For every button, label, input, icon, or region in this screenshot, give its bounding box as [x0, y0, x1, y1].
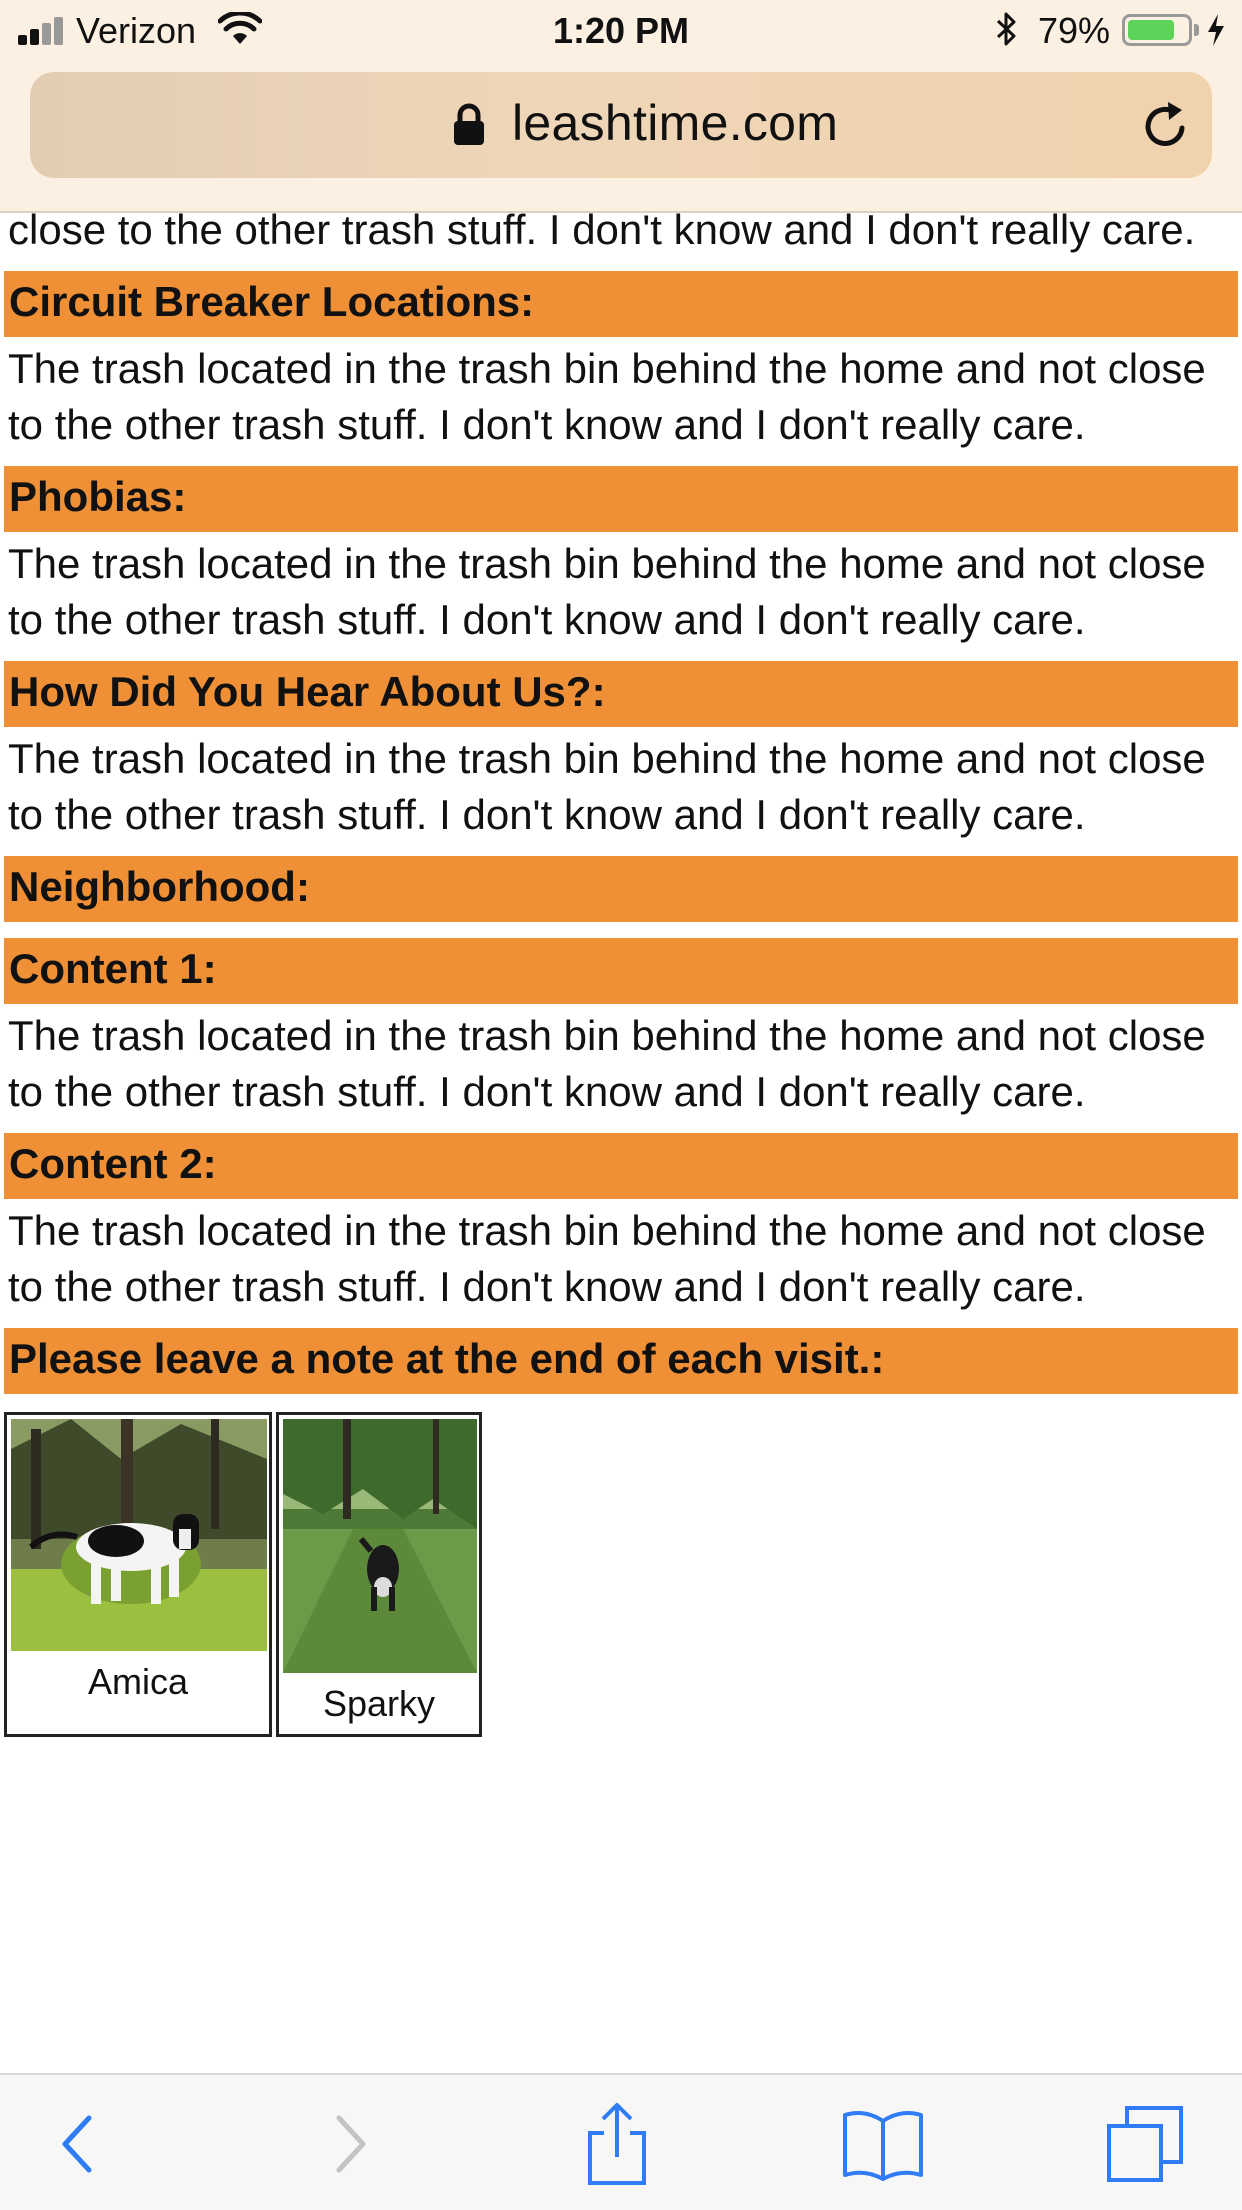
pet-name-amica[interactable]: Amica: [7, 1661, 269, 1703]
browser-toolbar: [0, 2073, 1242, 2210]
section-text-phobias: The trash located in the trash bin behin…: [8, 539, 1206, 644]
section-label-phobias: Phobias:: [4, 465, 1238, 532]
section-label-content-2: Content 2:: [4, 1132, 1238, 1199]
share-button[interactable]: [572, 2099, 662, 2189]
back-button[interactable]: [32, 2099, 122, 2189]
section-label-how-did-you-hear: How Did You Hear About Us?:: [4, 660, 1238, 727]
section-text-how-did-you-hear: The trash located in the trash bin behin…: [8, 734, 1206, 839]
pet-photo-sparky[interactable]: [283, 1418, 477, 1673]
battery-percent: 79%: [1038, 10, 1111, 51]
status-bar: Verizon 1:20 PM 79%: [0, 0, 1242, 62]
section-label-content-1: Content 1:: [4, 937, 1238, 1004]
page-scroll-area: close to the other trash stuff. I don't …: [0, 213, 1242, 1752]
address-bar[interactable]: leashtime.com: [30, 72, 1212, 178]
share-icon[interactable]: [582, 2101, 652, 2187]
tabs-button[interactable]: [1100, 2099, 1190, 2189]
pet-photo-amica[interactable]: [11, 1418, 267, 1651]
lock-icon: [454, 103, 484, 145]
section-text-circuit-breaker: The trash located in the trash bin behin…: [8, 344, 1206, 449]
bookmarks-icon[interactable]: [841, 2107, 925, 2181]
section-label-visit-note: Please leave a note at the end of each v…: [4, 1327, 1238, 1394]
pet-name-sparky[interactable]: Sparky: [279, 1683, 479, 1725]
partial-text: close to the other trash stuff. I don't …: [8, 213, 1196, 253]
section-label-neighborhood: Neighborhood:: [4, 855, 1238, 922]
url-text[interactable]: leashtime.com: [512, 94, 838, 152]
pet-card-sparky[interactable]: Sparky: [276, 1411, 482, 1737]
browser-top-bar: Verizon 1:20 PM 79% leashtime.com: [0, 0, 1242, 213]
pet-card-amica[interactable]: Amica: [4, 1411, 272, 1737]
section-text-content-1: The trash located in the trash bin behin…: [8, 1011, 1206, 1116]
bookmarks-button[interactable]: [838, 2099, 928, 2189]
page-content: close to the other trash stuff. I don't …: [0, 213, 1242, 2073]
battery-icon: [1122, 14, 1192, 46]
pet-list: Amica Sparky: [0, 1411, 1242, 1752]
charging-icon: [1208, 14, 1224, 46]
tabs-icon[interactable]: [1105, 2104, 1185, 2184]
forward-icon[interactable]: [331, 2112, 371, 2176]
section-text-content-2: The trash located in the trash bin behin…: [8, 1206, 1206, 1311]
battery-cap: [1194, 24, 1199, 36]
bluetooth-icon: [996, 12, 1016, 46]
back-icon[interactable]: [57, 2112, 97, 2176]
section-label-circuit-breaker: Circuit Breaker Locations:: [4, 270, 1238, 337]
forward-button[interactable]: [306, 2099, 396, 2189]
reload-icon[interactable]: [1138, 98, 1194, 154]
